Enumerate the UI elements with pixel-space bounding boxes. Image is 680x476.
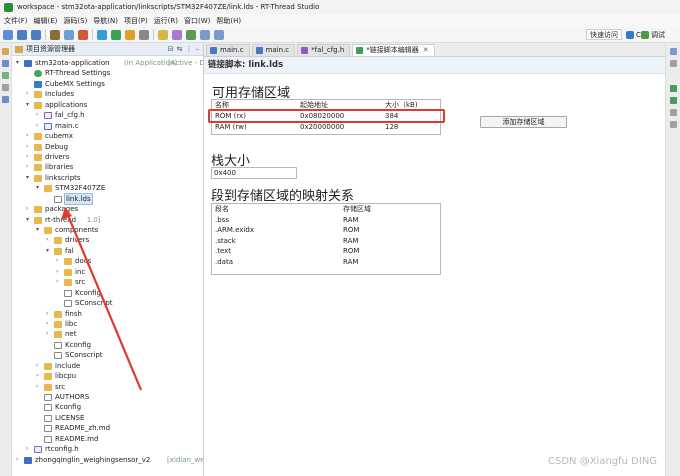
annotation-arrow-head bbox=[61, 207, 72, 220]
annotation-arrow-line bbox=[65, 212, 143, 391]
watermark: CSDN @Xiangfu DING bbox=[548, 456, 658, 467]
annotation-arrow-layer bbox=[61, 207, 143, 391]
